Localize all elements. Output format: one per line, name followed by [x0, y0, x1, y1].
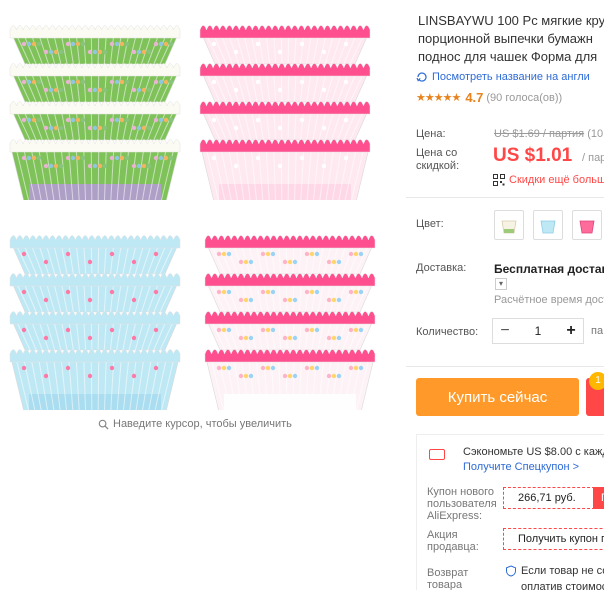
old-price-suffix: / партия [539, 128, 585, 140]
new-user-coupon-button[interactable]: ПО [593, 487, 604, 509]
old-price-value: US $1.69 [494, 128, 540, 140]
swatch-3-thumbnail [579, 220, 595, 234]
star-rating-icon: ★★★★★ [416, 92, 461, 104]
quantity-stepper: − 1 + [492, 318, 584, 344]
product-image-3[interactable] [0, 210, 190, 410]
return-label-line-1: Возврат [427, 567, 469, 579]
chevron-down-icon[interactable]: ▾ [495, 278, 507, 290]
cupcake-liner [199, 25, 371, 65]
cupcake-liner [204, 311, 376, 351]
quantity-unit: па [591, 325, 604, 337]
product-image-1[interactable] [0, 0, 190, 200]
price-unit: / пар [582, 152, 604, 164]
quantity-input[interactable]: 1 [517, 324, 559, 338]
cupcake-liner [9, 235, 181, 275]
zoom-hint-text: Наведите курсор, чтобы увеличить [113, 418, 292, 430]
cupcake-liner [9, 63, 181, 103]
translate-link-text[interactable]: Посмотреть название на англи [432, 71, 590, 83]
color-label: Цвет: [416, 218, 444, 230]
translate-icon [416, 72, 427, 82]
translate-title-link[interactable]: Посмотреть название на англи [416, 71, 590, 83]
seller-label-line-1: Акция [427, 529, 458, 541]
delivery-label: Доставка: [416, 262, 467, 274]
discount-price-label: Цена со скидкой: [416, 147, 459, 173]
new-user-label-line-3: AliExpress: [427, 510, 483, 522]
save-offer-text: Сэкономьте US $8.00 с кажды [463, 446, 604, 458]
magnifier-icon [98, 419, 109, 430]
coupon-section: Сэкономьте US $8.00 с кажды Получите Спе… [416, 434, 604, 590]
get-coupon-link[interactable]: Получите Спецкупон > [463, 461, 579, 473]
product-info-panel: LINSBAYWU 100 Pc мягкие кру порционной в… [406, 0, 604, 590]
product-title: LINSBAYWU 100 Pc мягкие кру порционной в… [418, 12, 604, 66]
product-image-2[interactable] [190, 0, 380, 200]
seller-coupon-button[interactable]: Получить купон пр [503, 528, 604, 550]
cupcake-liner [204, 273, 376, 313]
shield-icon [506, 565, 516, 577]
new-user-coupon-value[interactable]: 266,71 руб. [503, 487, 595, 509]
cart-badge: 1 [589, 372, 604, 390]
more-discounts-text[interactable]: Скидки ещё больш [509, 174, 604, 186]
old-price: US $1.69 / партия (10 [494, 128, 603, 140]
cupcake-liner [9, 273, 181, 313]
quantity-increase-button[interactable]: + [559, 322, 583, 340]
cupcake-liner [199, 139, 371, 200]
cupcake-liner [204, 235, 376, 275]
zoom-hint: Наведите курсор, чтобы увеличить [98, 418, 292, 430]
coupon-icon [429, 449, 445, 460]
discount-label-line-1: Цена со [416, 147, 458, 159]
cupcake-liner [199, 63, 371, 103]
new-user-label-line-1: Купон нового [427, 486, 495, 498]
color-swatch-1[interactable] [494, 210, 524, 240]
seller-label-line-2: продавца: [427, 541, 479, 553]
cupcake-liner [199, 101, 371, 141]
new-user-label-line-2: пользователя [427, 498, 497, 510]
delivery-estimate: Расчётное время доста [494, 294, 604, 306]
discount-price: US $1.01 [493, 145, 573, 166]
divider [406, 197, 604, 198]
more-discounts-link[interactable]: Скидки ещё больш [493, 174, 604, 186]
quantity-decrease-button[interactable]: − [493, 322, 517, 340]
discount-label-line-2: скидкой: [416, 160, 460, 172]
return-policy-line-2: оплатив стоимост [521, 581, 604, 590]
rating-count[interactable]: (90 голоса(ов)) [486, 92, 562, 104]
cupcake-liner [9, 25, 181, 65]
cupcake-liner [204, 349, 376, 410]
return-policy-line-1: Если товар не соот [505, 565, 604, 577]
seller-promo-label: Акция продавца: [427, 529, 479, 553]
color-swatch-3[interactable] [572, 210, 602, 240]
price-label: Цена: [416, 128, 446, 140]
product-image-4[interactable] [195, 210, 385, 410]
title-line-3: поднос для чашек Форма для [418, 49, 598, 64]
swatch-1-thumbnail [501, 220, 517, 234]
return-label-line-2: товара [427, 579, 463, 590]
return-line-1-text: Если товар не соот [521, 565, 604, 577]
title-line-1: LINSBAYWU 100 Pc мягкие кру [418, 13, 604, 28]
color-swatch-2[interactable] [533, 210, 563, 240]
divider [406, 366, 604, 367]
buy-now-button[interactable]: Купить сейчас [416, 378, 579, 416]
old-price-trail: (10 [587, 128, 604, 140]
qr-code-icon [493, 174, 505, 186]
delivery-option[interactable]: Бесплатная доставка [494, 262, 604, 276]
cupcake-liner [9, 311, 181, 351]
title-line-2: порционной выпечки бумажн [418, 31, 593, 46]
return-label: Возврат товара [427, 567, 468, 590]
quantity-label: Количество: [416, 326, 479, 338]
product-gallery[interactable]: Наведите курсор, чтобы увеличить [0, 0, 406, 440]
new-user-coupon-label: Купон нового пользователя AliExpress: [427, 486, 497, 522]
cupcake-liner [9, 139, 181, 200]
swatch-2-thumbnail [540, 220, 556, 234]
cupcake-liner [9, 101, 181, 141]
rating-value: 4.7 [465, 90, 484, 105]
rating[interactable]: ★★★★★ 4.7 (90 голоса(ов)) [416, 90, 562, 105]
cupcake-liner [9, 349, 181, 410]
